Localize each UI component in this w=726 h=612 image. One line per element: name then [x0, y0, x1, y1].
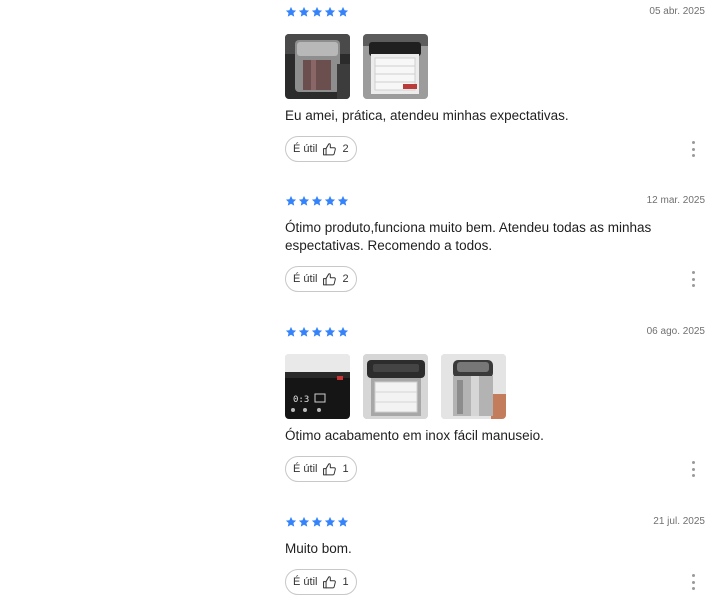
star-icon	[298, 195, 310, 207]
star-icon	[285, 195, 297, 207]
review-photo[interactable]	[363, 354, 428, 419]
review-card: 05 abr. 2025 Eu amei, prática, atendeu m…	[285, 6, 705, 166]
review-card: 21 jul. 2025 Muito bom. É útil 1	[285, 516, 705, 600]
thumbs-up-icon	[322, 142, 337, 157]
helpful-button[interactable]: É útil 1	[285, 569, 357, 595]
review-date: 06 ago. 2025	[646, 326, 705, 337]
thumbs-up-icon	[322, 272, 337, 287]
review-card: 06 ago. 2025 0:3 Ótimo acabamento em ino…	[285, 326, 705, 486]
helpful-label: É útil	[293, 273, 318, 285]
review-photo[interactable]	[363, 34, 428, 99]
star-icon	[337, 195, 349, 207]
star-icon	[285, 6, 297, 18]
helpful-button[interactable]: É útil 1	[285, 456, 357, 482]
star-icon	[311, 6, 323, 18]
star-icon	[311, 326, 323, 338]
review-photo[interactable]	[441, 354, 506, 419]
more-options-icon[interactable]	[690, 141, 696, 157]
helpful-button[interactable]: É útil 2	[285, 266, 357, 292]
review-text: Ótimo acabamento em inox fácil manuseio.	[285, 428, 544, 443]
helpful-button[interactable]: É útil 2	[285, 136, 357, 162]
star-rating	[285, 195, 349, 207]
review-text: Ótimo produto,funciona muito bem. Atende…	[285, 220, 652, 253]
helpful-count: 1	[342, 576, 349, 588]
review-photo[interactable]: 0:3	[285, 354, 350, 419]
star-icon	[285, 326, 297, 338]
star-rating	[285, 326, 349, 338]
star-icon	[337, 326, 349, 338]
star-icon	[311, 195, 323, 207]
star-icon	[298, 516, 310, 528]
helpful-count: 2	[342, 143, 349, 155]
star-rating	[285, 6, 349, 18]
more-options-icon[interactable]	[690, 461, 696, 477]
review-date: 12 mar. 2025	[646, 195, 705, 206]
review-date: 21 jul. 2025	[653, 516, 705, 527]
helpful-count: 2	[342, 273, 349, 285]
svg-text:0:3: 0:3	[293, 395, 309, 405]
star-icon	[324, 195, 336, 207]
thumbs-up-icon	[322, 575, 337, 590]
star-icon	[298, 326, 310, 338]
helpful-label: É útil	[293, 463, 318, 475]
helpful-label: É útil	[293, 576, 318, 588]
review-card: 12 mar. 2025 Ótimo produto,funciona muit…	[285, 195, 705, 295]
helpful-count: 1	[342, 463, 349, 475]
star-icon	[311, 516, 323, 528]
more-options-icon[interactable]	[690, 574, 696, 590]
star-icon	[324, 516, 336, 528]
star-rating	[285, 516, 349, 528]
review-photo[interactable]	[285, 34, 350, 99]
helpful-label: É útil	[293, 143, 318, 155]
star-icon	[285, 516, 297, 528]
star-icon	[298, 6, 310, 18]
star-icon	[324, 6, 336, 18]
star-icon	[337, 516, 349, 528]
review-photos	[285, 34, 428, 99]
review-photos: 0:3	[285, 354, 506, 419]
star-icon	[324, 326, 336, 338]
review-text: Eu amei, prática, atendeu minhas expecta…	[285, 108, 569, 123]
more-options-icon[interactable]	[690, 271, 696, 287]
review-text: Muito bom.	[285, 541, 352, 556]
star-icon	[337, 6, 349, 18]
thumbs-up-icon	[322, 462, 337, 477]
review-date: 05 abr. 2025	[649, 6, 705, 17]
